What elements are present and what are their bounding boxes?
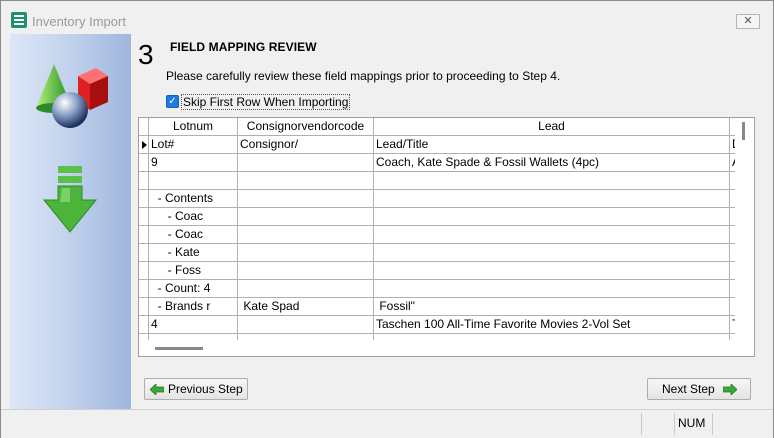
grid-header-row: Lotnum Consignorvendorcode Lead D (139, 118, 735, 136)
table-cell[interactable] (374, 226, 730, 244)
grid-corner-cell (139, 118, 149, 136)
table-cell[interactable]: - Contents (149, 190, 238, 208)
previous-step-button[interactable]: Previous Step (144, 378, 248, 400)
row-selector[interactable] (139, 190, 149, 208)
table-cell[interactable] (238, 262, 374, 280)
row-selector[interactable] (139, 298, 149, 316)
table-row[interactable]: 9 Coach, Kate Spade & Fossil Wallets (4pc… (139, 154, 735, 172)
table-cell[interactable] (374, 244, 730, 262)
step-instructions: Please carefully review these field mapp… (166, 69, 561, 83)
num-lock-indicator: NUM (678, 416, 706, 430)
import-arrow-icon (42, 166, 98, 233)
table-cell[interactable]: Taschen 100 All-Time Favorite Movies 2-V… (374, 316, 730, 334)
row-selector[interactable] (139, 136, 149, 154)
row-selector[interactable] (139, 280, 149, 298)
wizard-side-panel (10, 34, 131, 409)
grid-body: Lotnum Consignorvendorcode Lead D Lot#Co… (139, 118, 735, 340)
table-cell[interactable] (374, 190, 730, 208)
app-icon (11, 12, 27, 28)
vertical-scroll-thumb[interactable] (742, 122, 745, 140)
table-row[interactable]: - Contents (139, 190, 735, 208)
horizontal-scroll-thumb[interactable] (155, 347, 203, 350)
column-header-lotnum[interactable]: Lotnum (149, 118, 238, 136)
table-cell[interactable]: Kate Spad (238, 298, 374, 316)
skip-first-row-label[interactable]: Skip First Row When Importing (181, 94, 351, 110)
arrow-right-icon (723, 384, 737, 395)
row-selector[interactable] (139, 316, 149, 334)
row-selector[interactable] (139, 262, 149, 280)
table-cell[interactable]: - Kate (149, 244, 238, 262)
table-row[interactable]: - Coac (139, 208, 735, 226)
next-step-button[interactable]: Next Step (647, 378, 751, 400)
table-cell[interactable] (238, 280, 374, 298)
table-cell[interactable] (238, 316, 374, 334)
status-pane-divider (712, 413, 713, 435)
table-row[interactable]: - Coac (139, 226, 735, 244)
table-cell[interactable] (374, 208, 730, 226)
grid-horizontal-scrollbar[interactable] (139, 340, 754, 356)
table-cell[interactable] (374, 262, 730, 280)
status-bar: NUM (1, 409, 773, 438)
current-row-arrow-icon (142, 141, 147, 149)
table-cell[interactable] (238, 172, 374, 190)
window-title: Inventory Import (32, 14, 126, 29)
table-cell[interactable]: - Coac (149, 226, 238, 244)
step-title: FIELD MAPPING REVIEW (170, 40, 317, 54)
table-cell[interactable]: Lead/Title (374, 136, 730, 154)
3d-shapes-icon (36, 64, 108, 128)
row-selector[interactable] (139, 172, 149, 190)
status-pane-divider (674, 413, 675, 435)
table-cell[interactable] (238, 226, 374, 244)
table-cell[interactable] (374, 280, 730, 298)
table-row[interactable]: - Kate (139, 244, 735, 262)
table-cell[interactable] (238, 244, 374, 262)
table-cell[interactable] (149, 172, 238, 190)
skip-first-row-checkbox[interactable]: ✓ (166, 95, 179, 108)
table-cell[interactable] (374, 172, 730, 190)
grid-vertical-scrollbar[interactable] (735, 118, 754, 340)
status-pane-divider (641, 413, 642, 435)
title-bar: Inventory Import ✕ (1, 1, 773, 34)
table-row[interactable]: - Brands r Kate Spad Fossil" (139, 298, 735, 316)
close-button[interactable]: ✕ (736, 14, 760, 29)
table-cell[interactable]: - Brands r (149, 298, 238, 316)
inventory-import-window: Inventory Import ✕ 3 FIELD MAPPING REVIE… (0, 0, 774, 438)
table-row[interactable]: - Foss (139, 262, 735, 280)
field-mapping-grid[interactable]: Lotnum Consignorvendorcode Lead D Lot#Co… (138, 117, 755, 357)
table-cell[interactable]: 4 (149, 316, 238, 334)
table-cell[interactable]: - Count: 4 (149, 280, 238, 298)
table-cell[interactable] (238, 208, 374, 226)
table-cell[interactable]: 9 (149, 154, 238, 172)
step-number: 3 (138, 39, 154, 70)
table-row[interactable] (139, 172, 735, 190)
row-selector[interactable] (139, 244, 149, 262)
row-selector[interactable] (139, 154, 149, 172)
step-content: 3 FIELD MAPPING REVIEW Please carefully … (131, 34, 767, 409)
table-cell[interactable]: Lot# (149, 136, 238, 154)
table-cell[interactable]: Fossil" (374, 298, 730, 316)
row-selector[interactable] (139, 208, 149, 226)
table-row[interactable]: Lot#Consignor/Lead/TitleD (139, 136, 735, 154)
table-cell[interactable] (238, 190, 374, 208)
table-cell[interactable]: Consignor/ (238, 136, 374, 154)
table-cell[interactable]: - Foss (149, 262, 238, 280)
table-cell[interactable]: - Coac (149, 208, 238, 226)
table-row[interactable]: - Count: 4 (139, 280, 735, 298)
table-row[interactable]: 4 Taschen 100 All-Time Favorite Movies 2-… (139, 316, 735, 334)
table-cell[interactable]: Coach, Kate Spade & Fossil Wallets (4pc) (374, 154, 730, 172)
previous-step-label: Previous Step (168, 382, 243, 396)
next-step-label: Next Step (662, 382, 715, 396)
arrow-left-icon (150, 384, 164, 395)
column-header-lead[interactable]: Lead (374, 118, 730, 136)
table-cell[interactable] (238, 154, 374, 172)
column-header-consignorvendorcode[interactable]: Consignorvendorcode (238, 118, 374, 136)
row-selector[interactable] (139, 226, 149, 244)
